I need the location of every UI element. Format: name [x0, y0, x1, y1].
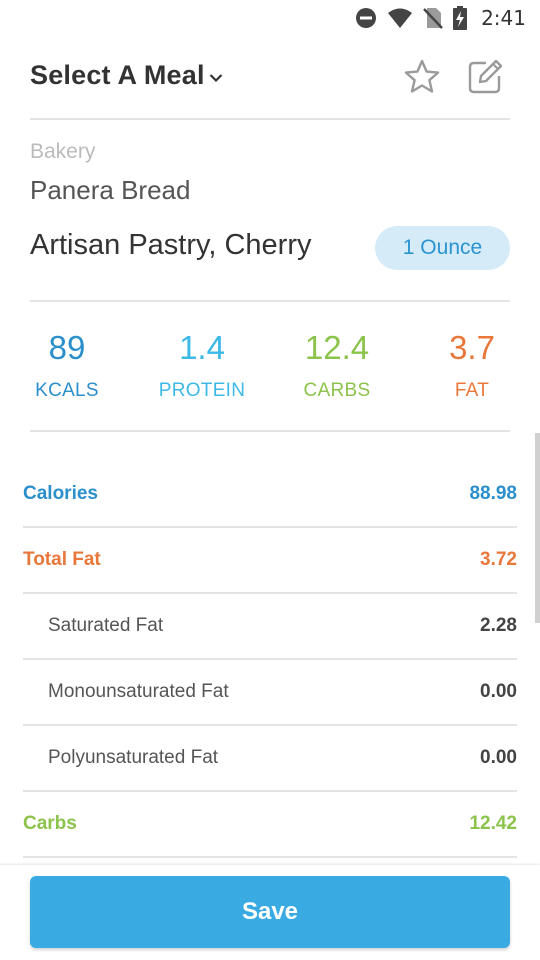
nutrient-value: 0.00 [480, 747, 517, 768]
nutrient-row-saturated-fat: Saturated Fat 2.28 [23, 594, 517, 660]
nutrient-value: 2.28 [480, 615, 517, 636]
battery-charging-icon [453, 6, 468, 30]
nutrient-row-calories: Calories 88.98 [23, 462, 517, 528]
clock: 2:41 [481, 6, 526, 30]
macro-value: 1.4 [179, 329, 225, 366]
header-divider [30, 118, 510, 120]
edit-icon [466, 59, 504, 100]
macro-label: FAT [454, 380, 490, 401]
star-icon [404, 59, 440, 100]
macro-label: CARBS [303, 380, 371, 401]
macro-protein: 1.4 PROTEIN [137, 328, 267, 402]
meal-selector[interactable]: Select A Meal [30, 60, 223, 91]
page-title: Select A Meal [30, 60, 205, 90]
header: Select A Meal [30, 58, 510, 102]
nutrient-label: Monounsaturated Fat [48, 681, 229, 702]
nutrient-label: Calories [23, 483, 98, 504]
nutrient-row-monounsaturated-fat: Monounsaturated Fat 0.00 [23, 660, 517, 726]
food-divider [30, 300, 510, 302]
macro-value: 3.7 [449, 329, 495, 366]
nutrient-label: Saturated Fat [48, 615, 164, 636]
do-not-disturb-icon [355, 7, 377, 29]
food-name: Artisan Pastry, Cherry [30, 229, 312, 261]
save-button[interactable]: Save [30, 876, 510, 948]
macro-value: 12.4 [304, 329, 370, 366]
macro-fat: 3.7 FAT [407, 328, 537, 402]
edit-button[interactable] [466, 58, 504, 96]
nutrient-value: 0.00 [480, 681, 517, 702]
save-bar: Save [0, 865, 540, 960]
scrollbar-thumb[interactable] [535, 433, 540, 623]
macro-carbs: 12.4 CARBS [272, 328, 402, 402]
food-category: Bakery [30, 140, 96, 163]
macro-kcals: 89 KCALS [2, 328, 132, 402]
nutrient-value: 88.98 [469, 483, 517, 504]
nutrient-label: Polyunsaturated Fat [48, 747, 219, 768]
nutrient-value: 12.42 [469, 813, 517, 834]
macro-label: KCALS [35, 380, 99, 401]
nutrient-label: Carbs [23, 813, 77, 834]
macro-label: PROTEIN [158, 380, 246, 401]
nutrient-value: 3.72 [480, 549, 517, 570]
nutrient-label: Total Fat [23, 549, 101, 570]
macros-divider [30, 430, 510, 432]
nutrient-row-carbs: Carbs 12.42 [23, 792, 517, 858]
no-sim-icon [423, 7, 443, 29]
status-bar: 2:41 [0, 0, 540, 36]
chevron-down-icon [209, 70, 223, 88]
nutrient-row-total-fat: Total Fat 3.72 [23, 528, 517, 594]
favorite-button[interactable] [404, 58, 440, 96]
food-brand: Panera Bread [30, 175, 191, 205]
macro-value: 89 [48, 329, 86, 366]
wifi-icon [387, 7, 413, 29]
serving-size-button[interactable]: 1 Ounce [375, 226, 510, 270]
nutrient-list: Calories 88.98 Total Fat 3.72 Saturated … [23, 462, 517, 858]
nutrient-row-polyunsaturated-fat: Polyunsaturated Fat 0.00 [23, 726, 517, 792]
